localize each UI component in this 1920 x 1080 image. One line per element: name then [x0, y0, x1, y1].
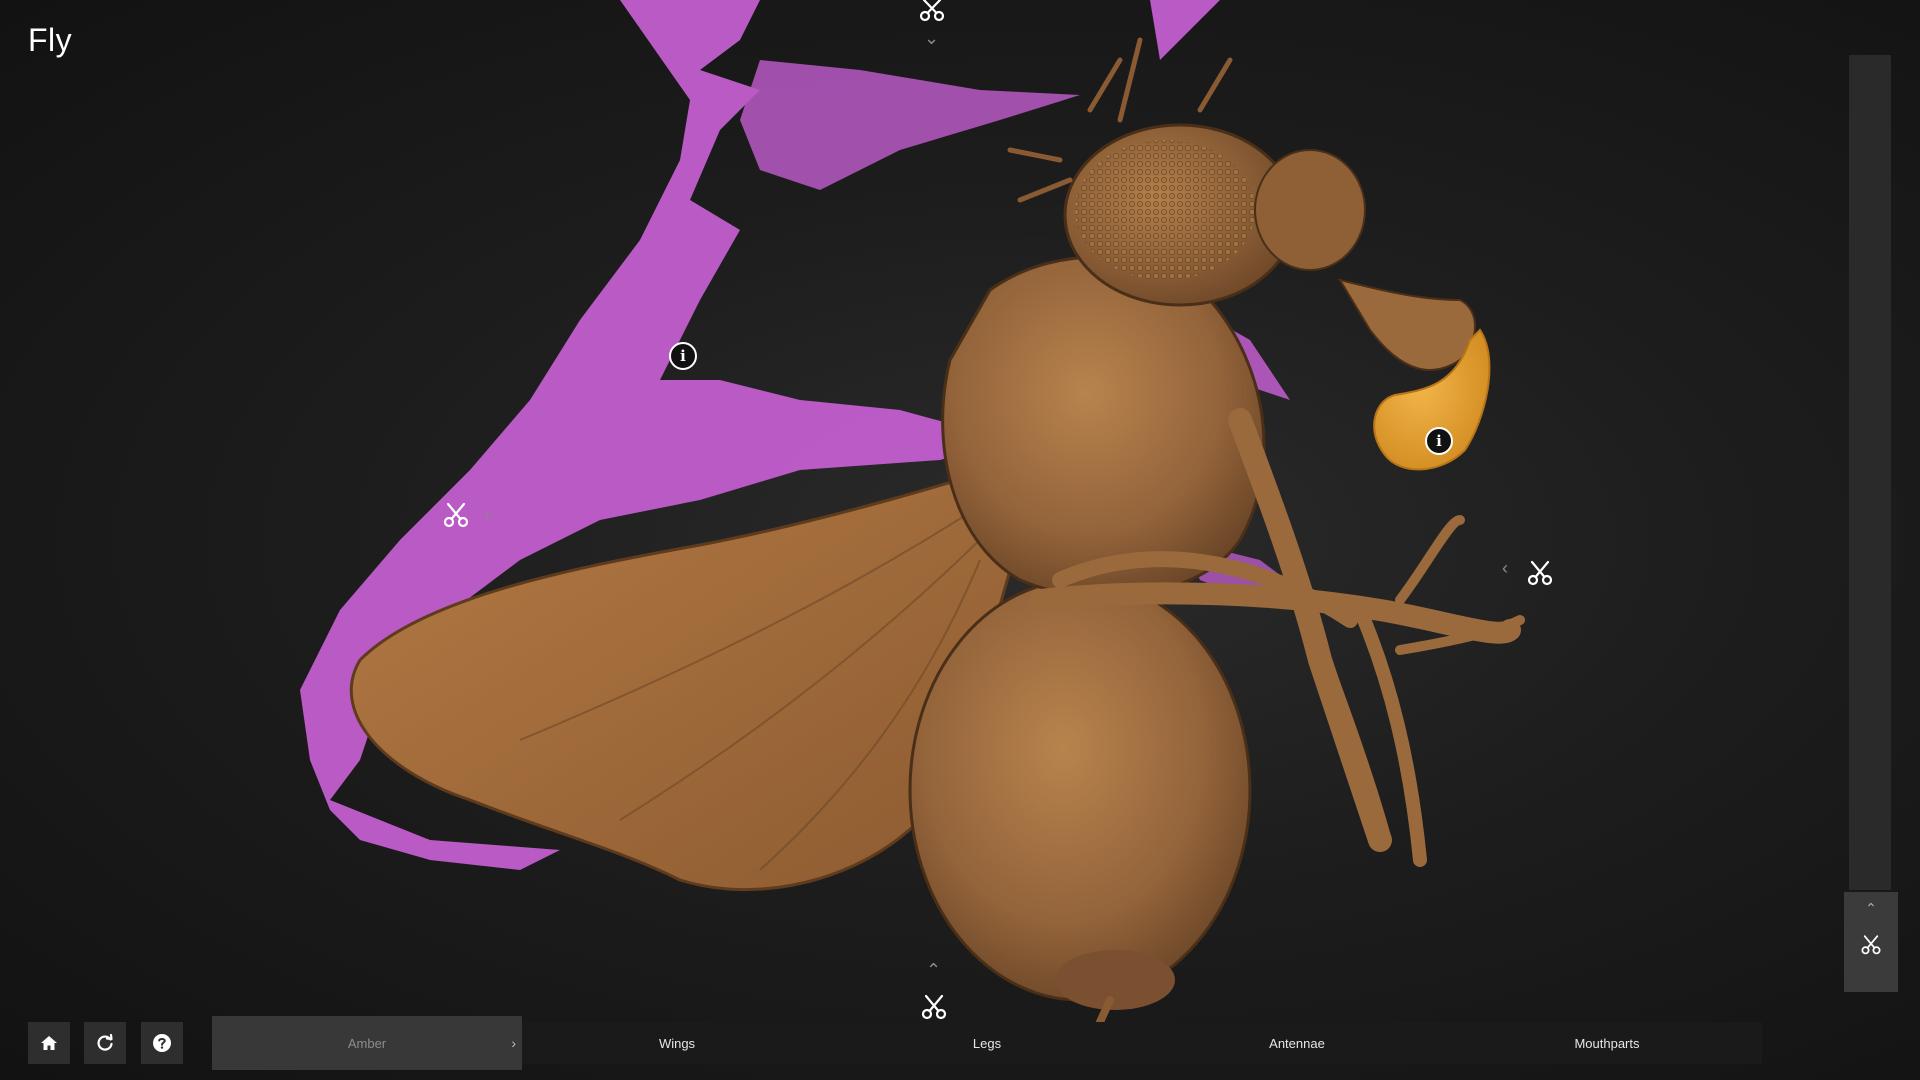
clip-slider-track[interactable]: [1849, 55, 1891, 890]
tab-wings[interactable]: Wings: [522, 1022, 832, 1064]
tab-label: Mouthparts: [1574, 1036, 1639, 1051]
help-button[interactable]: [141, 1022, 183, 1064]
chevron-left-icon: ‹: [1502, 558, 1508, 579]
clip-bottom-handle[interactable]: [920, 992, 948, 1020]
tab-antennae[interactable]: Antennae: [1142, 1022, 1452, 1064]
chevron-right-icon: ›: [511, 1035, 516, 1051]
chevron-up-icon: ⌃: [1865, 900, 1877, 917]
specimen-viewport[interactable]: [0, 0, 1920, 1080]
scissors-icon: [1860, 933, 1882, 955]
chevron-right-icon: ›: [484, 504, 490, 525]
abdomen-shape: [910, 580, 1250, 1010]
category-tabs: Amber › Wings Legs Antennae Mouthparts: [212, 1022, 1762, 1064]
tab-label: Amber: [348, 1036, 386, 1051]
scissors-icon: [442, 500, 470, 528]
home-icon: [40, 1034, 58, 1052]
clip-slider-handle[interactable]: ⌃: [1844, 892, 1898, 992]
home-button[interactable]: [28, 1022, 70, 1064]
tab-amber[interactable]: Amber ›: [212, 1016, 522, 1070]
chevron-down-icon: ⌄: [924, 28, 939, 49]
reset-view-button[interactable]: [84, 1022, 126, 1064]
clip-top-handle[interactable]: [918, 0, 946, 22]
scissors-icon: [918, 0, 946, 22]
scissors-icon: [1526, 558, 1554, 586]
tab-label: Antennae: [1269, 1036, 1325, 1051]
chevron-up-icon: ⌃: [926, 960, 941, 981]
tab-label: Wings: [659, 1036, 695, 1051]
proboscis-shape: [1340, 280, 1475, 370]
tab-legs[interactable]: Legs: [832, 1022, 1142, 1064]
scissors-icon: [920, 992, 948, 1020]
info-pin-membrane[interactable]: i: [669, 342, 697, 370]
refresh-icon: [96, 1034, 114, 1052]
clip-left-handle[interactable]: [442, 500, 470, 528]
help-icon: [152, 1033, 172, 1053]
thorax-shape: [943, 257, 1264, 596]
clip-right-handle[interactable]: [1526, 558, 1554, 586]
tab-label: Legs: [973, 1036, 1001, 1051]
tab-mouthparts[interactable]: Mouthparts: [1452, 1022, 1762, 1064]
info-pin-mouthparts[interactable]: i: [1425, 427, 1453, 455]
